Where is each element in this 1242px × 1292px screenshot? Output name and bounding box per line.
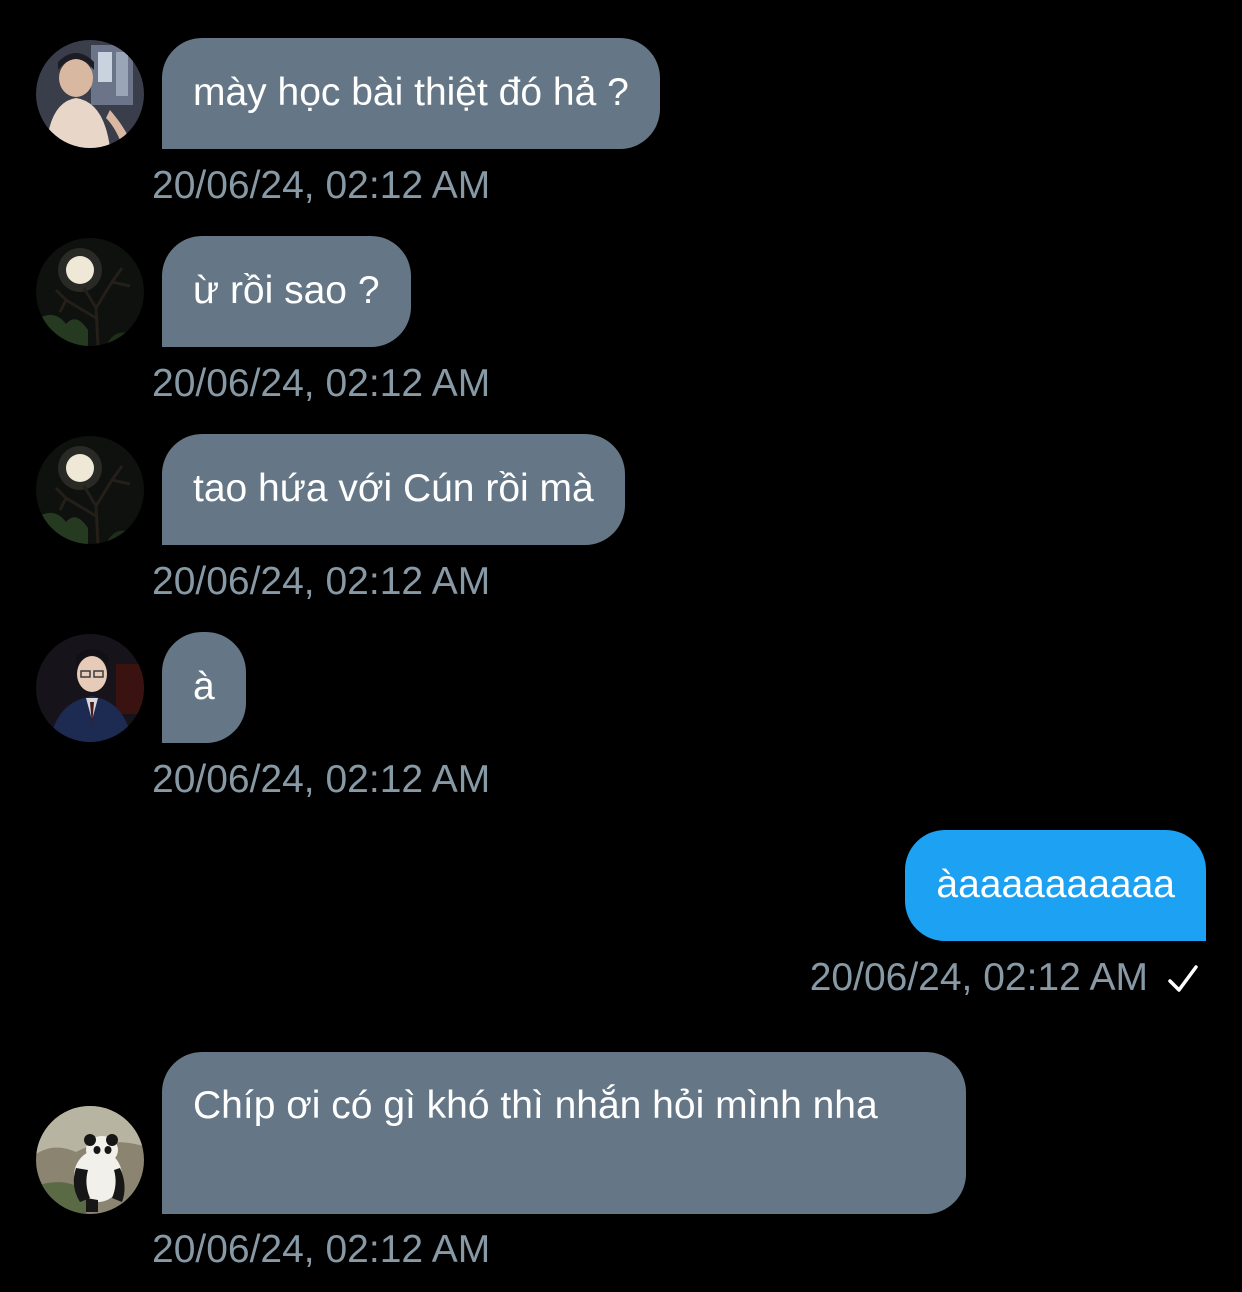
- message-bubble[interactable]: Chíp ơi có gì khó thì nhắn hỏi mình nha: [162, 1052, 966, 1214]
- message-timestamp: 20/06/24, 02:12 AM: [152, 362, 491, 405]
- moon-tree-avatar-icon: [36, 436, 144, 544]
- suit-man-avatar-icon: [36, 634, 144, 742]
- moon-tree-avatar-icon: [36, 238, 144, 346]
- message-bubble[interactable]: ừ rồi sao ?: [162, 236, 411, 347]
- message-timestamp: 20/06/24, 02:12 AM: [152, 758, 491, 801]
- sent-message-bubble[interactable]: àaaaaaaaaaa: [905, 830, 1206, 941]
- sender-avatar[interactable]: [36, 40, 144, 148]
- message-bubble[interactable]: à: [162, 632, 246, 743]
- message-bubble[interactable]: tao hứa với Cún rồi mà: [162, 434, 625, 545]
- message-timestamp: 20/06/24, 02:12 AM: [152, 560, 491, 603]
- person-avatar-1-icon: [36, 40, 144, 148]
- message-bubble[interactable]: mày học bài thiệt đó hả ?: [162, 38, 660, 149]
- message-text: ừ rồi sao ?: [193, 269, 380, 312]
- message-timestamp: 20/06/24, 02:12 AM: [809, 956, 1148, 999]
- message-text: àaaaaaaaaaa: [936, 863, 1175, 906]
- check-icon: [1168, 965, 1198, 992]
- message-timestamp: 20/06/24, 02:12 AM: [152, 1228, 491, 1271]
- panda-avatar-icon: [36, 1106, 144, 1214]
- sender-avatar[interactable]: [36, 1106, 144, 1214]
- message-text: à: [193, 665, 215, 708]
- message-text: mày học bài thiệt đó hả ?: [193, 71, 629, 114]
- sender-avatar[interactable]: [36, 634, 144, 742]
- sender-avatar[interactable]: [36, 238, 144, 346]
- message-timestamp: 20/06/24, 02:12 AM: [152, 164, 491, 207]
- message-text: Chíp ơi có gì khó thì nhắn hỏi mình nha: [193, 1084, 878, 1127]
- message-text: tao hứa với Cún rồi mà: [193, 467, 594, 510]
- sender-avatar[interactable]: [36, 436, 144, 544]
